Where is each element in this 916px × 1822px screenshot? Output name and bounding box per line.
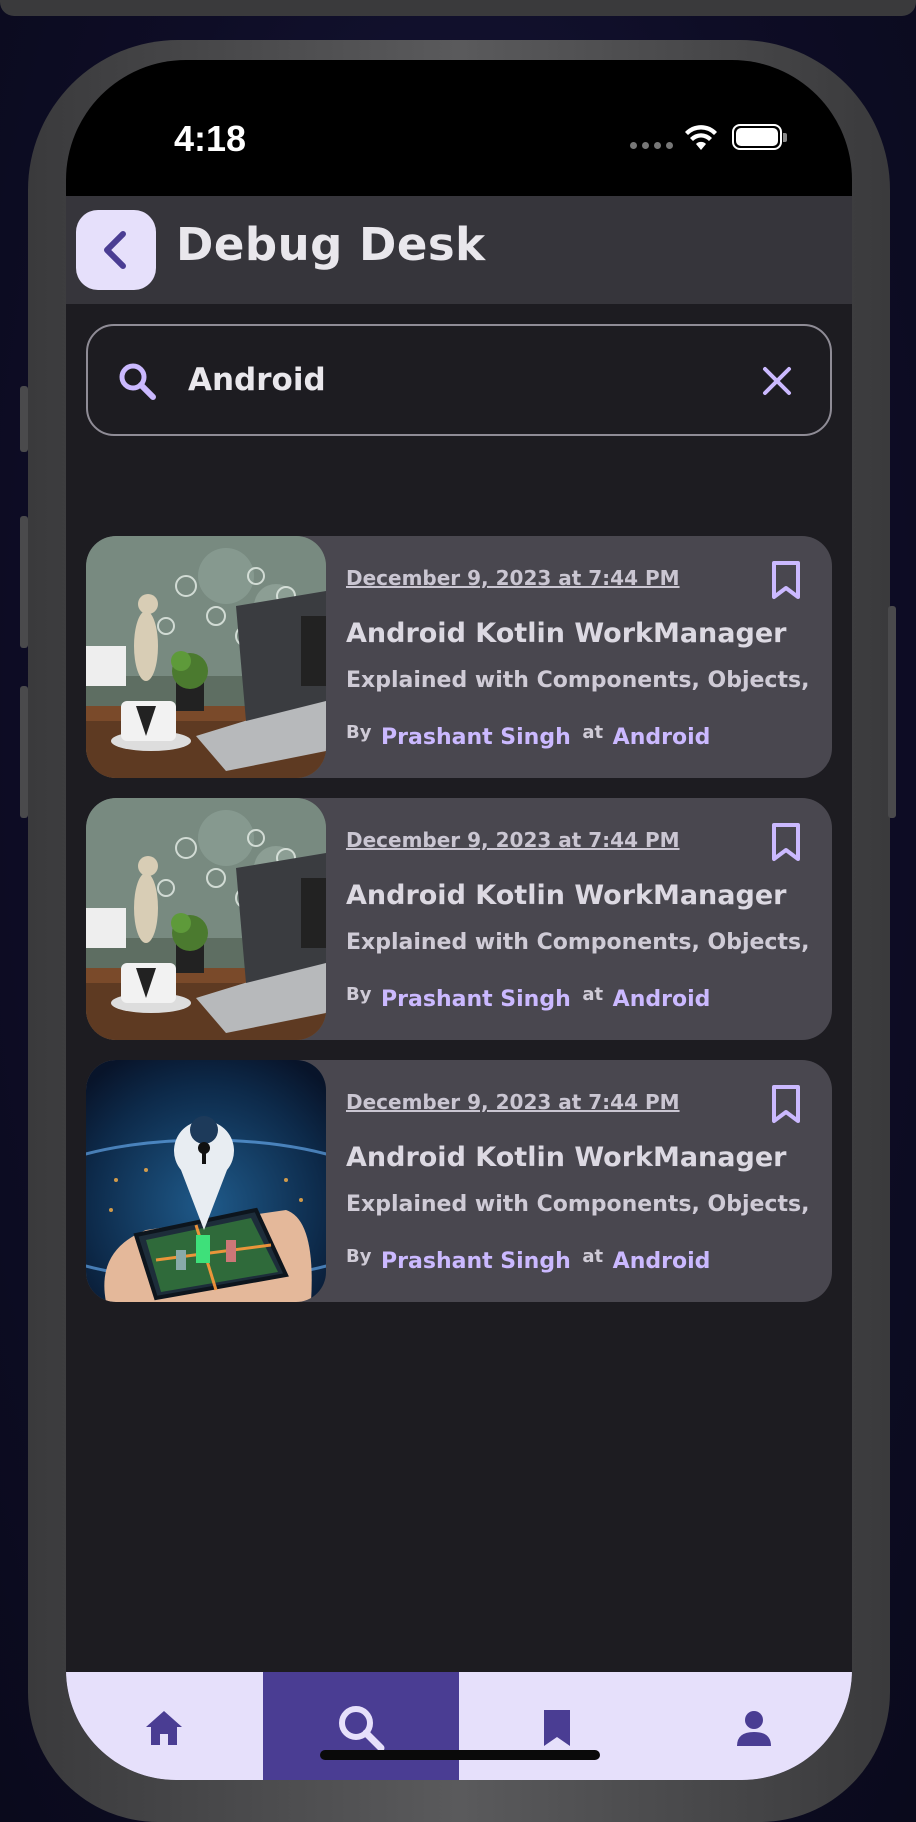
- author-link[interactable]: Prashant Singh: [381, 987, 571, 1012]
- article-subtitle: Explained with Components, Objects,: [346, 930, 810, 955]
- device-screen: 4:18 Debug Desk Android December 9, 2023…: [66, 60, 852, 1780]
- wifi-icon: [685, 125, 717, 150]
- volume-down-button: [20, 686, 28, 818]
- top-window-strip: [0, 0, 916, 16]
- at-label: at: [582, 722, 604, 743]
- article-date[interactable]: December 9, 2023 at 7:44 PM: [346, 566, 680, 590]
- category-link[interactable]: Android: [613, 725, 711, 750]
- signal-dots-icon: [630, 142, 673, 149]
- search-icon: [119, 363, 156, 400]
- article-meta: By Prashant Singh at Android: [346, 722, 716, 750]
- nav-search[interactable]: [262, 1672, 459, 1780]
- article-subtitle: Explained with Components, Objects,: [346, 668, 810, 693]
- location-pin-phone-city-image: [86, 1060, 326, 1302]
- home-indicator[interactable]: [320, 1750, 600, 1760]
- app-header: Debug Desk: [66, 196, 852, 304]
- close-icon[interactable]: [760, 364, 794, 398]
- author-link[interactable]: Prashant Singh: [381, 725, 571, 750]
- search-icon: [338, 1706, 385, 1752]
- mute-switch: [20, 386, 28, 452]
- page-title: Debug Desk: [176, 218, 486, 271]
- bookmark-icon[interactable]: [770, 560, 802, 600]
- article-meta: By Prashant Singh at Android: [346, 1246, 716, 1274]
- article-subtitle: Explained with Components, Objects,: [346, 1192, 810, 1217]
- desk-laptop-figurine-image: [86, 536, 326, 778]
- article-title: Android Kotlin WorkManager: [346, 618, 787, 649]
- status-bar: 4:18: [66, 60, 852, 196]
- search-box[interactable]: [86, 324, 832, 436]
- at-label: at: [582, 1246, 604, 1267]
- bookmark-icon: [544, 1710, 571, 1746]
- article-card[interactable]: December 9, 2023 at 7:44 PM Android Kotl…: [86, 798, 832, 1040]
- article-card[interactable]: December 9, 2023 at 7:44 PM Android Kotl…: [86, 1060, 832, 1302]
- power-button: [888, 606, 896, 818]
- by-label: By: [346, 1246, 372, 1267]
- bottom-navigation: [66, 1672, 852, 1780]
- article-title: Android Kotlin WorkManager: [346, 880, 787, 911]
- by-label: By: [346, 984, 372, 1005]
- at-label: at: [582, 984, 604, 1005]
- bookmark-icon[interactable]: [770, 822, 802, 862]
- back-button[interactable]: [76, 210, 156, 290]
- author-link[interactable]: Prashant Singh: [381, 1249, 571, 1274]
- article-date[interactable]: December 9, 2023 at 7:44 PM: [346, 828, 680, 852]
- article-date[interactable]: December 9, 2023 at 7:44 PM: [346, 1090, 680, 1114]
- bookmark-icon[interactable]: [770, 1084, 802, 1124]
- article-meta: By Prashant Singh at Android: [346, 984, 716, 1012]
- nav-bookmarks[interactable]: [459, 1672, 656, 1780]
- nav-home[interactable]: [66, 1672, 263, 1780]
- app-content: Debug Desk Android December 9, 2023 at 7…: [66, 196, 852, 1780]
- chevron-left-icon: [104, 231, 126, 269]
- nav-profile[interactable]: [656, 1672, 853, 1780]
- category-link[interactable]: Android: [613, 1249, 711, 1274]
- battery-icon: [732, 124, 787, 150]
- by-label: By: [346, 722, 372, 743]
- person-icon: [736, 1711, 771, 1746]
- article-card[interactable]: December 9, 2023 at 7:44 PM Android Kotl…: [86, 536, 832, 778]
- category-link[interactable]: Android: [613, 987, 711, 1012]
- search-input[interactable]: [188, 350, 728, 410]
- status-time: 4:18: [174, 118, 247, 159]
- desk-laptop-figurine-image: [86, 798, 326, 1040]
- home-icon: [146, 1711, 183, 1745]
- article-title: Android Kotlin WorkManager: [346, 1142, 787, 1173]
- volume-up-button: [20, 516, 28, 648]
